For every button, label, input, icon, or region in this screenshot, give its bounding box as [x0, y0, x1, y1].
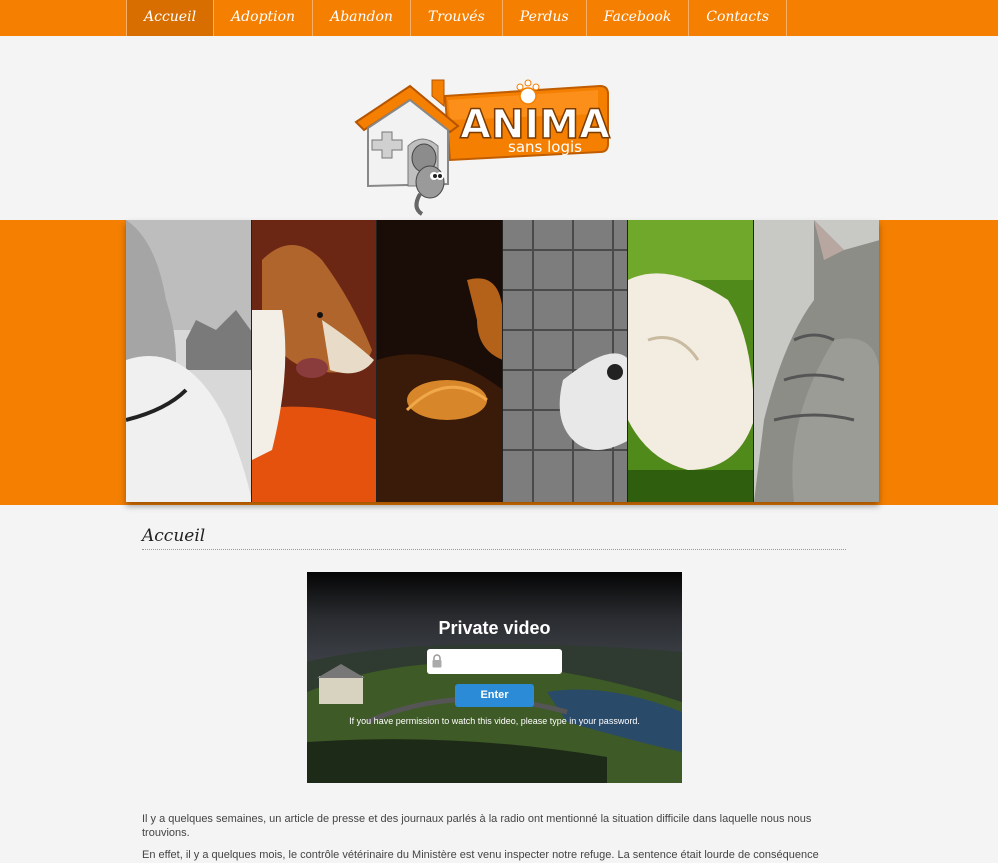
photo-banner [126, 220, 879, 502]
dog-photo-bw-cobblestone [502, 220, 628, 502]
nav-item-trouves[interactable]: Trouvés [409, 0, 502, 36]
video-thumbnail-scene [307, 644, 682, 783]
top-nav: Accueil Adoption Abandon Trouvés Perdus … [0, 0, 998, 36]
nav-item-facebook[interactable]: Facebook [585, 0, 689, 36]
nav-item-abandon[interactable]: Abandon [312, 0, 410, 36]
content-paragraph-2: En effet, il y a quelques mois, le contr… [142, 849, 819, 861]
password-input[interactable] [427, 649, 562, 674]
site-logo[interactable]: ANIMAL sans logis [350, 74, 636, 218]
svg-text:sans logis: sans logis [508, 138, 582, 156]
nav-item-accueil[interactable]: Accueil [126, 0, 214, 36]
content-paragraph-1: Il y a quelques semaines, un article de … [142, 813, 812, 839]
tabby-cat-photo [753, 220, 879, 502]
enter-button[interactable]: Enter [455, 684, 534, 707]
video-permission-note: If you have permission to watch this vid… [349, 716, 640, 726]
dog-photo-bw [126, 220, 252, 502]
collie-photo [251, 220, 377, 502]
nav-item-contacts[interactable]: Contacts [688, 0, 788, 36]
white-dog-grass-photo [628, 220, 754, 502]
nav-item-perdus[interactable]: Perdus [501, 0, 586, 36]
video-title: Private video [438, 618, 551, 638]
nav-item-adoption[interactable]: Adoption [213, 0, 312, 36]
private-video-player: Private video Enter If you have permissi… [307, 572, 682, 783]
orange-cat-photo [377, 220, 503, 502]
page-title: Accueil [142, 526, 846, 550]
animal-sans-logis-logo: ANIMAL sans logis [354, 79, 636, 216]
nav-menu: Accueil Adoption Abandon Trouvés Perdus … [126, 0, 788, 36]
lock-icon [432, 654, 442, 668]
